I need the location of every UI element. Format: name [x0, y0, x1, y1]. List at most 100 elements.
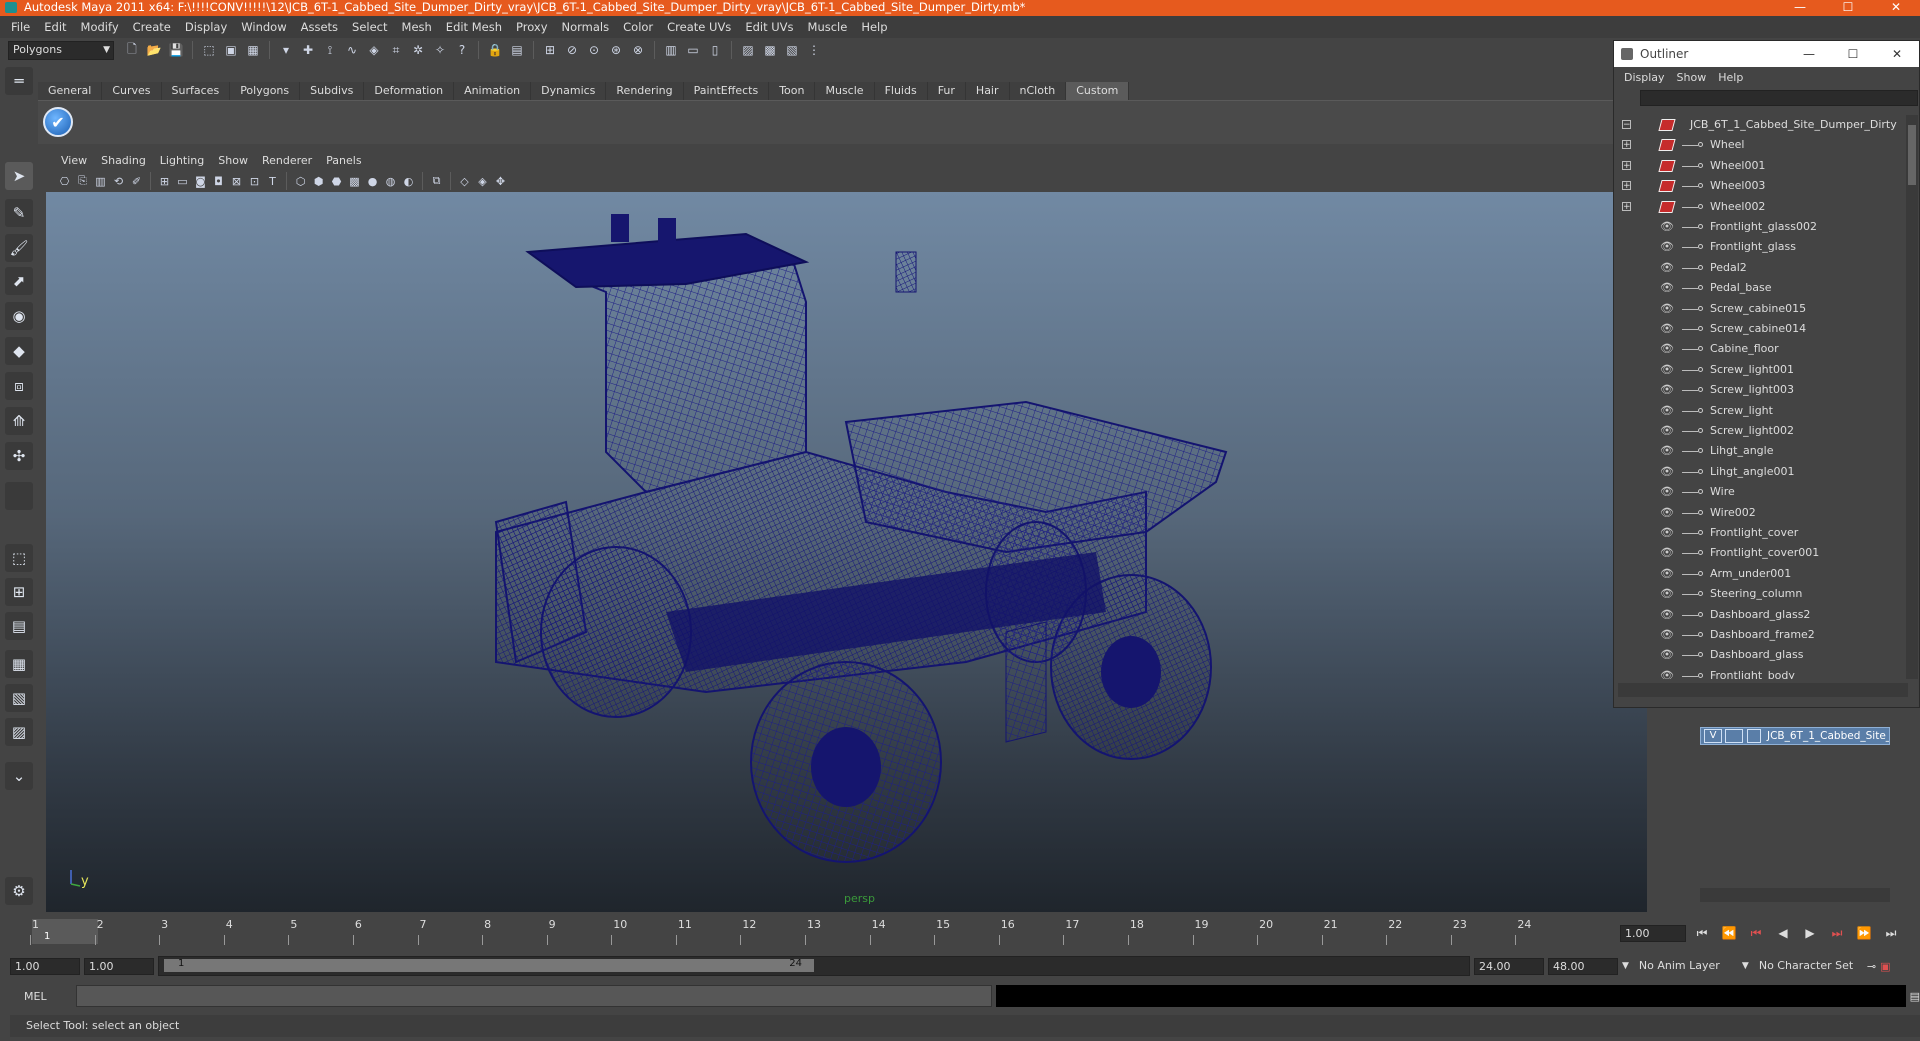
show-manipulator-icon[interactable]: ✣	[5, 442, 33, 470]
outliner-item[interactable]: 👁 Dashboard_glass2	[1614, 605, 1904, 625]
checkmark-icon[interactable]: ✔	[43, 107, 73, 137]
key-icon[interactable]: ⊸	[1867, 960, 1876, 973]
render-settings-icon[interactable]: ▨	[738, 40, 758, 60]
xray-icon[interactable]: ◇	[456, 173, 473, 190]
menu-color[interactable]: Color	[616, 20, 660, 34]
new-scene-icon[interactable]: 🗋	[122, 40, 142, 60]
outliner-item[interactable]: 👁 Screw_cabine014	[1614, 319, 1904, 339]
safe-title-icon[interactable]: T	[264, 173, 281, 190]
select-curves-icon[interactable]: ∿	[342, 40, 362, 60]
step-forward-key-icon[interactable]: ⏭	[1826, 926, 1848, 941]
layout-single-pane-icon[interactable]: ⬚	[5, 544, 33, 572]
range-slider-handle[interactable]: 1 24	[164, 958, 814, 972]
playback-start-field[interactable]: 1.00	[84, 957, 154, 975]
outliner-menu-display[interactable]: Display	[1618, 71, 1671, 84]
expand-icon[interactable]: +	[1622, 181, 1631, 191]
camera-bookmark-icon[interactable]: ⎘	[74, 173, 91, 190]
command-input[interactable]	[75, 985, 993, 1007]
outliner-item[interactable]: 👁 Steering_column	[1614, 584, 1904, 604]
resolution-gate-icon[interactable]: ◙	[192, 173, 209, 190]
outliner-item[interactable]: + Wheel	[1614, 135, 1904, 155]
scroll-thumb[interactable]	[1908, 125, 1916, 185]
all-lights-icon[interactable]: ◍	[382, 173, 399, 190]
outliner-item[interactable]: 👁 Wire002	[1614, 503, 1904, 523]
camera-attributes-icon[interactable]: ⎔	[56, 173, 73, 190]
layer-horizontal-scrollbar[interactable]	[1700, 888, 1890, 902]
layer-playback-toggle[interactable]	[1725, 729, 1743, 743]
help-line-icon[interactable]: ⚙	[5, 877, 33, 905]
anim-layer-dropdown[interactable]: No Anim Layer	[1633, 958, 1738, 975]
outliner-item[interactable]: + Wheel001	[1614, 156, 1904, 176]
menu-normals[interactable]: Normals	[555, 20, 617, 34]
outliner-item-root[interactable]: − JCB_6T_1_Cabbed_Site_Dumper_Dirty	[1614, 115, 1904, 135]
tab-painteffects[interactable]: PaintEffects	[683, 82, 770, 100]
viewport-menu-lighting[interactable]: Lighting	[153, 154, 211, 167]
outliner-item[interactable]: 👁 Frontlight_cover	[1614, 523, 1904, 543]
layout-options-icon[interactable]: ⌄	[5, 762, 33, 790]
paint-select-tool-icon[interactable]: 🖌	[5, 234, 33, 262]
snap-view-plane-icon[interactable]: ⊛	[606, 40, 626, 60]
safe-action-icon[interactable]: ⊡	[246, 173, 263, 190]
layout-persp-uv-icon[interactable]: ▨	[5, 718, 33, 746]
history-icon[interactable]: ▥	[661, 40, 681, 60]
select-joints-icon[interactable]: ⟟	[320, 40, 340, 60]
menu-assets[interactable]: Assets	[294, 20, 345, 34]
outliner-item[interactable]: 👁 Pedal2	[1614, 258, 1904, 278]
mask-menu-icon[interactable]: ▾	[276, 40, 296, 60]
menu-modify[interactable]: Modify	[74, 20, 126, 34]
universal-manipulator-icon[interactable]: ⧈	[5, 372, 33, 400]
rotate-tool-icon[interactable]: ◉	[5, 302, 33, 330]
play-forward-icon[interactable]: ▶	[1799, 926, 1821, 940]
command-language-label[interactable]: MEL	[8, 990, 72, 1003]
layout-persp-outliner-icon[interactable]: ▤	[5, 612, 33, 640]
render-frame-icon[interactable]: ▭	[683, 40, 703, 60]
menu-muscle[interactable]: Muscle	[801, 20, 855, 34]
viewport-menu-show[interactable]: Show	[211, 154, 255, 167]
outliner-item[interactable]: + Wheel003	[1614, 176, 1904, 196]
render-view-icon[interactable]: ▧	[782, 40, 802, 60]
layout-hypershade-icon[interactable]: ▧	[5, 684, 33, 712]
save-scene-icon[interactable]: 💾	[166, 40, 186, 60]
menu-select[interactable]: Select	[345, 20, 394, 34]
outliner-item[interactable]: 👁 Cabine_floor	[1614, 339, 1904, 359]
perspective-viewport[interactable]: y persp	[46, 192, 1647, 912]
time-slider[interactable]: 1 1 2 3 4 5 6 7 8 9 10 11 12 13 14 15 16 17 18 19 20 21 22 23 2…	[10, 915, 1620, 948]
tab-polygons[interactable]: Polygons	[230, 82, 301, 100]
chevron-down-icon[interactable]: ▼	[1622, 961, 1629, 971]
two-d-pan-icon[interactable]: ⟲	[110, 173, 127, 190]
outliner-item[interactable]: 👁 Screw_light002	[1614, 421, 1904, 441]
highlight-selection-icon[interactable]: ▤	[507, 40, 527, 60]
snap-point-icon[interactable]: ⊙	[584, 40, 604, 60]
more-tools-icon[interactable]: ⋮	[804, 40, 824, 60]
viewport-menu-view[interactable]: View	[54, 154, 94, 167]
tab-muscle[interactable]: Muscle	[815, 82, 875, 100]
expand-icon[interactable]: +	[1622, 160, 1631, 170]
viewport-menu-renderer[interactable]: Renderer	[255, 154, 319, 167]
outliner-item[interactable]: 👁 Frontlight_glass	[1614, 237, 1904, 257]
outliner-item[interactable]: 👁 Dashboard_frame2	[1614, 625, 1904, 645]
hypershade-icon[interactable]: ▩	[760, 40, 780, 60]
move-tool-icon[interactable]: ⬈	[5, 267, 33, 295]
expand-icon[interactable]: +	[1622, 201, 1631, 211]
outliner-item[interactable]: 👁 Lihgt_angle001	[1614, 462, 1904, 482]
maximize-button[interactable]: ☐	[1824, 0, 1872, 16]
select-deformers-icon[interactable]: ⌗	[386, 40, 406, 60]
scale-tool-icon[interactable]: ◆	[5, 337, 33, 365]
smooth-shade-icon[interactable]: ⬢	[310, 173, 327, 190]
layer-color-swatch[interactable]	[1747, 729, 1761, 743]
select-component-icon[interactable]: ▦	[243, 40, 263, 60]
outliner-filter-input[interactable]	[1640, 90, 1918, 106]
select-handles-icon[interactable]: ✚	[298, 40, 318, 60]
tab-general[interactable]: General	[38, 82, 103, 100]
tab-curves[interactable]: Curves	[102, 82, 162, 100]
tab-fur[interactable]: Fur	[927, 82, 966, 100]
textured-icon[interactable]: ▩	[346, 173, 363, 190]
outliner-horizontal-scrollbar[interactable]	[1618, 683, 1908, 697]
shadows-icon[interactable]: ◐	[400, 173, 417, 190]
tab-surfaces[interactable]: Surfaces	[161, 82, 231, 100]
film-gate-icon[interactable]: ▭	[174, 173, 191, 190]
outliner-item[interactable]: 👁 Screw_cabine015	[1614, 299, 1904, 319]
outliner-item[interactable]: 👁 Pedal_base	[1614, 278, 1904, 298]
chevron-down-icon[interactable]: ▼	[1742, 961, 1749, 971]
menu-edit-mesh[interactable]: Edit Mesh	[439, 20, 509, 34]
